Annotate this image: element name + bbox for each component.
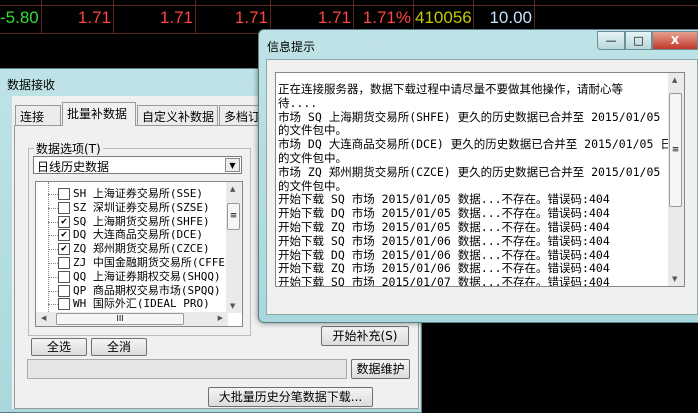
grid-line (0, 5, 698, 6)
maximize-button[interactable]: □ (625, 31, 652, 50)
deselect-all-button[interactable]: 全消 (91, 338, 147, 356)
quote-cell: 1.71 (159, 8, 193, 27)
log-line: 待.... (278, 95, 318, 110)
scroll-thumb[interactable]: III (56, 313, 184, 325)
market-label: ZJ 中国金融期货交易所(CFFE (73, 256, 225, 269)
scroll-thumb[interactable]: ≡ (227, 203, 240, 230)
grid-line (41, 0, 42, 33)
tab-batch-data[interactable]: 批量补数据 (62, 102, 136, 126)
log-scrollbar[interactable]: ▲ ≡ ▼ (668, 73, 684, 286)
log-line: 的文件包中。 (278, 150, 347, 165)
quote-cell: -5.80 (0, 8, 39, 27)
progress-bar (27, 359, 347, 379)
quote-cell: 1.71 (77, 8, 111, 27)
minimize-icon: — (605, 34, 617, 47)
close-icon: X (670, 34, 680, 47)
market-checkbox[interactable] (58, 270, 70, 283)
market-label: QP 商品期权交易市场(SPQQ) (73, 283, 221, 297)
market-checkbox[interactable]: ✔ (58, 229, 70, 242)
scroll-down-icon[interactable]: ▼ (230, 302, 235, 310)
log-textarea[interactable]: 正在连接服务器，数据下载过程中请尽量不要做其他操作，请耐心等 待.... 市场 SQ… (275, 72, 685, 287)
market-checkbox[interactable]: ✔ (58, 215, 70, 228)
tree-line (48, 235, 58, 237)
tree-line (48, 276, 58, 278)
market-checkbox[interactable] (58, 257, 70, 269)
start-fill-button[interactable]: 开始补充(S) (321, 326, 409, 346)
log-line: 市场 DQ 大连商品交易所(DCE) 更久的历史数据已合并至 2015/01/0… (278, 137, 668, 152)
market-checkbox[interactable] (58, 201, 70, 214)
close-button[interactable]: X (652, 31, 698, 50)
log-line: 正在连接服务器，数据下载过程中请尽量不要做其他操作，请耐心等 (278, 82, 623, 96)
log-line: 的文件包中。 (278, 123, 347, 138)
data-maintain-button[interactable]: 数据维护 (351, 359, 410, 379)
tree-line (48, 221, 58, 223)
data-type-dropdown[interactable]: 日线历史数据 ▼ (33, 156, 242, 174)
vertical-scrollbar[interactable]: ▲ ≡ ▼ (226, 182, 242, 313)
quote-cell: 1.71 (234, 8, 268, 27)
grid-line (195, 0, 196, 33)
tree-line (48, 249, 58, 251)
dropdown-value: 日线历史数据 (37, 160, 110, 174)
scroll-right-icon[interactable]: ▶ (218, 314, 223, 322)
tab-custom-data[interactable]: 自定义补数据 (137, 105, 218, 125)
group-label: 数据选项(T) (34, 140, 103, 157)
scroll-down-icon[interactable]: ▼ (672, 275, 677, 283)
tree-line (48, 194, 58, 195)
quote-cell: 1.71 (317, 8, 351, 27)
log-line: 开始下载 SQ 市场 2015/01/06 数据...不存在。错误码:404 (278, 233, 610, 248)
market-label: WH 国际外汇(IDEAL PRO) (73, 297, 210, 311)
log-line: 开始下载 ZQ 市场 2015/01/05 数据...不存在。错误码:404 (278, 219, 610, 234)
market-checkbox[interactable] (58, 284, 70, 297)
bulk-tick-download-button[interactable]: 大批量历史分笔数据下载... (208, 387, 373, 407)
log-line: 开始下载 SQ 市场 2015/01/07 数据...不存在。错误码:404 (278, 275, 610, 287)
quote-cell: 10.00 (489, 8, 532, 27)
market-checkbox[interactable]: ✔ (58, 243, 70, 256)
select-all-button[interactable]: 全选 (31, 338, 87, 356)
quote-cell: 1.71% (362, 8, 411, 27)
market-label: DQ 大连商品交易所(DCE) (73, 228, 203, 242)
market-tree: SH 上海证券交易所(SSE) SZ 深圳证券交易所(SZSE) ✔ SQ 上海期货交… (35, 181, 243, 327)
tree-line (48, 304, 58, 306)
market-checkbox[interactable] (58, 298, 70, 311)
chevron-down-icon[interactable]: ▼ (225, 158, 240, 172)
scroll-up-icon[interactable]: ▲ (672, 76, 677, 84)
tree-line (48, 263, 58, 264)
log-line: 开始下载 DQ 市场 2015/01/05 数据...不存在。错误码:404 (278, 206, 610, 221)
log-line: 市场 SQ 上海期货交易所(SHFE) 更久的历史数据已合并至 2015/01/… (278, 109, 668, 124)
market-label: SZ 深圳证券交易所(SZSE) (73, 200, 210, 214)
market-label: SH 上海证券交易所(SSE) (73, 187, 203, 200)
market-label: ZQ 郑州期货交易所(CZCE) (73, 242, 210, 256)
maximize-icon: □ (633, 34, 644, 47)
market-label: QQ 上海证券期权交易(SHQQ) (73, 269, 221, 283)
log-line: 开始下载 DQ 市场 2015/01/06 数据...不存在。错误码:404 (278, 247, 610, 262)
log-line: 开始下载 SQ 市场 2015/01/05 数据...不存在。错误码:404 (278, 192, 610, 207)
dialog-title: 信息提示 (267, 40, 316, 54)
market-checkbox[interactable] (58, 188, 70, 200)
dialog-title: 数据接收 (7, 78, 56, 92)
quote-cell: 410056 (415, 8, 472, 27)
log-line: 市场 ZQ 郑州期货交易所(CZCE) 更久的历史数据已合并至 2015/01/… (278, 164, 668, 179)
market-label: SQ 上海期货交易所(SHFE) (73, 214, 210, 228)
log-line: 的文件包中。 (278, 178, 347, 193)
log-line: 开始下载 ZQ 市场 2015/01/06 数据...不存在。错误码:404 (278, 261, 610, 276)
horizontal-scrollbar[interactable]: ◀ III ▶ (36, 312, 228, 326)
tree-line (48, 290, 58, 292)
tree-line (48, 207, 58, 209)
scroll-left-icon[interactable]: ◀ (41, 314, 46, 322)
minimize-button[interactable]: — (597, 31, 625, 50)
scroll-thumb[interactable]: ≡ (669, 93, 682, 207)
grid-line (113, 0, 114, 33)
tab-connect[interactable]: 连接 (15, 105, 61, 125)
scroll-up-icon[interactable]: ▲ (230, 185, 235, 193)
